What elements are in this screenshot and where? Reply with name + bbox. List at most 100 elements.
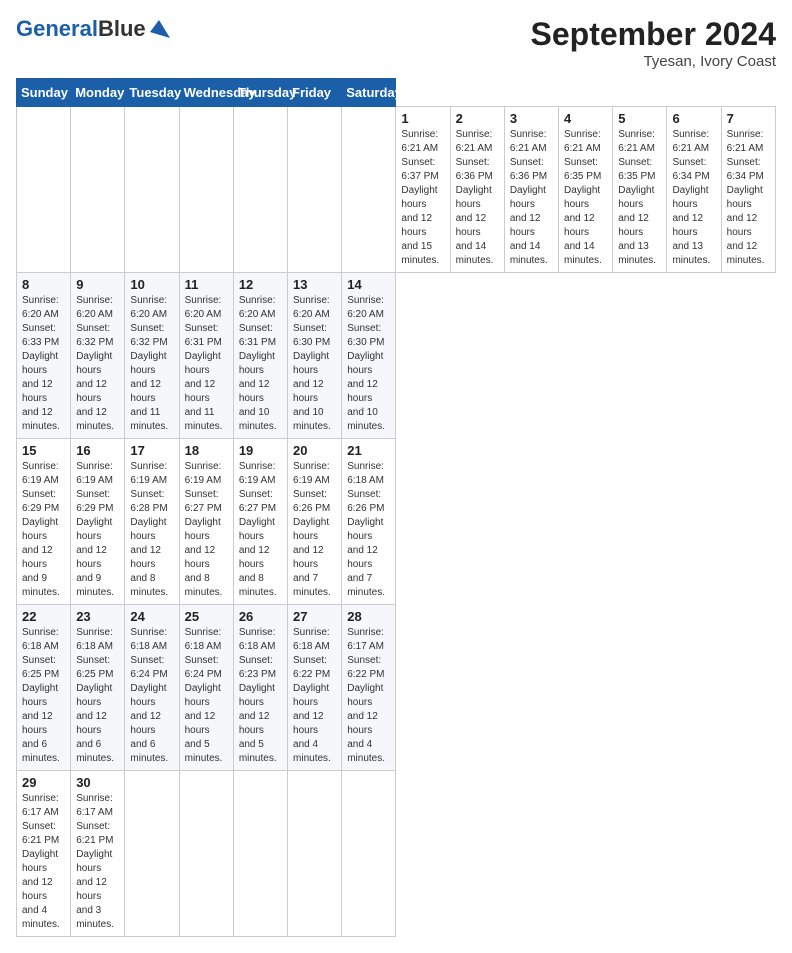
table-row (342, 771, 396, 937)
day-number: 25 (185, 609, 228, 624)
day-info: Sunrise: 6:20 AM Sunset: 6:30 PM Dayligh… (293, 294, 336, 434)
day-number: 20 (293, 443, 336, 458)
table-row: 17 Sunrise: 6:19 AM Sunset: 6:28 PM Dayl… (125, 439, 179, 605)
day-number: 23 (76, 609, 119, 624)
table-row: 15 Sunrise: 6:19 AM Sunset: 6:29 PM Dayl… (17, 439, 71, 605)
table-row: 26 Sunrise: 6:18 AM Sunset: 6:23 PM Dayl… (233, 605, 287, 771)
day-info: Sunrise: 6:18 AM Sunset: 6:23 PM Dayligh… (239, 626, 282, 766)
day-info: Sunrise: 6:19 AM Sunset: 6:27 PM Dayligh… (239, 460, 282, 600)
table-row: 14 Sunrise: 6:20 AM Sunset: 6:30 PM Dayl… (342, 273, 396, 439)
calendar-week-row: 29 Sunrise: 6:17 AM Sunset: 6:21 PM Dayl… (17, 771, 776, 937)
day-info: Sunrise: 6:19 AM Sunset: 6:26 PM Dayligh… (293, 460, 336, 600)
day-info: Sunrise: 6:20 AM Sunset: 6:31 PM Dayligh… (239, 294, 282, 434)
calendar-week-row: 1 Sunrise: 6:21 AM Sunset: 6:37 PM Dayli… (17, 107, 776, 273)
day-info: Sunrise: 6:18 AM Sunset: 6:24 PM Dayligh… (130, 626, 173, 766)
day-number: 24 (130, 609, 173, 624)
day-number: 3 (510, 111, 553, 126)
table-row: 5 Sunrise: 6:21 AM Sunset: 6:35 PM Dayli… (613, 107, 667, 273)
day-number: 16 (76, 443, 119, 458)
day-info: Sunrise: 6:21 AM Sunset: 6:35 PM Dayligh… (618, 128, 661, 268)
table-row (179, 107, 233, 273)
day-info: Sunrise: 6:19 AM Sunset: 6:27 PM Dayligh… (185, 460, 228, 600)
table-row (17, 107, 71, 273)
table-row: 16 Sunrise: 6:19 AM Sunset: 6:29 PM Dayl… (71, 439, 125, 605)
header-row: Sunday Monday Tuesday Wednesday Thursday… (17, 79, 776, 107)
day-info: Sunrise: 6:20 AM Sunset: 6:31 PM Dayligh… (185, 294, 228, 434)
table-row (179, 771, 233, 937)
table-row: 8 Sunrise: 6:20 AM Sunset: 6:33 PM Dayli… (17, 273, 71, 439)
day-number: 9 (76, 277, 119, 292)
logo: General Blue (16, 16, 170, 42)
table-row: 1 Sunrise: 6:21 AM Sunset: 6:37 PM Dayli… (396, 107, 450, 273)
col-wednesday: Wednesday (179, 79, 233, 107)
day-info: Sunrise: 6:19 AM Sunset: 6:29 PM Dayligh… (76, 460, 119, 600)
table-row: 24 Sunrise: 6:18 AM Sunset: 6:24 PM Dayl… (125, 605, 179, 771)
day-info: Sunrise: 6:19 AM Sunset: 6:28 PM Dayligh… (130, 460, 173, 600)
table-row: 30 Sunrise: 6:17 AM Sunset: 6:21 PM Dayl… (71, 771, 125, 937)
table-row: 6 Sunrise: 6:21 AM Sunset: 6:34 PM Dayli… (667, 107, 721, 273)
table-row (71, 107, 125, 273)
day-info: Sunrise: 6:21 AM Sunset: 6:34 PM Dayligh… (672, 128, 715, 268)
day-info: Sunrise: 6:21 AM Sunset: 6:34 PM Dayligh… (727, 128, 770, 268)
day-info: Sunrise: 6:19 AM Sunset: 6:29 PM Dayligh… (22, 460, 65, 600)
table-row: 21 Sunrise: 6:18 AM Sunset: 6:26 PM Dayl… (342, 439, 396, 605)
day-number: 28 (347, 609, 390, 624)
col-monday: Monday (71, 79, 125, 107)
day-info: Sunrise: 6:21 AM Sunset: 6:35 PM Dayligh… (564, 128, 607, 268)
day-number: 30 (76, 775, 119, 790)
col-sunday: Sunday (17, 79, 71, 107)
table-row (233, 107, 287, 273)
table-row: 23 Sunrise: 6:18 AM Sunset: 6:25 PM Dayl… (71, 605, 125, 771)
table-row: 10 Sunrise: 6:20 AM Sunset: 6:32 PM Dayl… (125, 273, 179, 439)
col-thursday: Thursday (233, 79, 287, 107)
table-row: 3 Sunrise: 6:21 AM Sunset: 6:36 PM Dayli… (504, 107, 558, 273)
calendar-week-row: 22 Sunrise: 6:18 AM Sunset: 6:25 PM Dayl… (17, 605, 776, 771)
calendar-week-row: 8 Sunrise: 6:20 AM Sunset: 6:33 PM Dayli… (17, 273, 776, 439)
day-info: Sunrise: 6:20 AM Sunset: 6:32 PM Dayligh… (130, 294, 173, 434)
day-number: 6 (672, 111, 715, 126)
day-number: 27 (293, 609, 336, 624)
table-row (233, 771, 287, 937)
day-number: 19 (239, 443, 282, 458)
table-row: 2 Sunrise: 6:21 AM Sunset: 6:36 PM Dayli… (450, 107, 504, 273)
table-row (125, 107, 179, 273)
logo-blue: Blue (98, 16, 146, 42)
table-row: 28 Sunrise: 6:17 AM Sunset: 6:22 PM Dayl… (342, 605, 396, 771)
table-row (288, 107, 342, 273)
day-info: Sunrise: 6:17 AM Sunset: 6:21 PM Dayligh… (22, 792, 65, 932)
title-block: September 2024 Tyesan, Ivory Coast (531, 16, 776, 70)
calendar-week-row: 15 Sunrise: 6:19 AM Sunset: 6:29 PM Dayl… (17, 439, 776, 605)
day-number: 11 (185, 277, 228, 292)
table-row: 11 Sunrise: 6:20 AM Sunset: 6:31 PM Dayl… (179, 273, 233, 439)
day-info: Sunrise: 6:18 AM Sunset: 6:26 PM Dayligh… (347, 460, 390, 600)
day-info: Sunrise: 6:18 AM Sunset: 6:25 PM Dayligh… (22, 626, 65, 766)
table-row (125, 771, 179, 937)
col-saturday: Saturday (342, 79, 396, 107)
day-info: Sunrise: 6:20 AM Sunset: 6:33 PM Dayligh… (22, 294, 65, 434)
day-number: 8 (22, 277, 65, 292)
day-number: 2 (456, 111, 499, 126)
day-info: Sunrise: 6:21 AM Sunset: 6:36 PM Dayligh… (456, 128, 499, 268)
table-row: 19 Sunrise: 6:19 AM Sunset: 6:27 PM Dayl… (233, 439, 287, 605)
day-number: 12 (239, 277, 282, 292)
day-number: 29 (22, 775, 65, 790)
logo-icon (148, 18, 170, 40)
col-tuesday: Tuesday (125, 79, 179, 107)
table-row: 4 Sunrise: 6:21 AM Sunset: 6:35 PM Dayli… (559, 107, 613, 273)
day-info: Sunrise: 6:18 AM Sunset: 6:22 PM Dayligh… (293, 626, 336, 766)
day-number: 10 (130, 277, 173, 292)
day-info: Sunrise: 6:21 AM Sunset: 6:37 PM Dayligh… (401, 128, 444, 268)
day-number: 1 (401, 111, 444, 126)
day-info: Sunrise: 6:17 AM Sunset: 6:22 PM Dayligh… (347, 626, 390, 766)
table-row: 12 Sunrise: 6:20 AM Sunset: 6:31 PM Dayl… (233, 273, 287, 439)
table-row: 29 Sunrise: 6:17 AM Sunset: 6:21 PM Dayl… (17, 771, 71, 937)
logo-general: General (16, 16, 98, 42)
day-number: 5 (618, 111, 661, 126)
day-number: 13 (293, 277, 336, 292)
col-friday: Friday (288, 79, 342, 107)
day-info: Sunrise: 6:18 AM Sunset: 6:25 PM Dayligh… (76, 626, 119, 766)
calendar-table: Sunday Monday Tuesday Wednesday Thursday… (16, 78, 776, 937)
table-row: 25 Sunrise: 6:18 AM Sunset: 6:24 PM Dayl… (179, 605, 233, 771)
day-number: 15 (22, 443, 65, 458)
day-number: 18 (185, 443, 228, 458)
